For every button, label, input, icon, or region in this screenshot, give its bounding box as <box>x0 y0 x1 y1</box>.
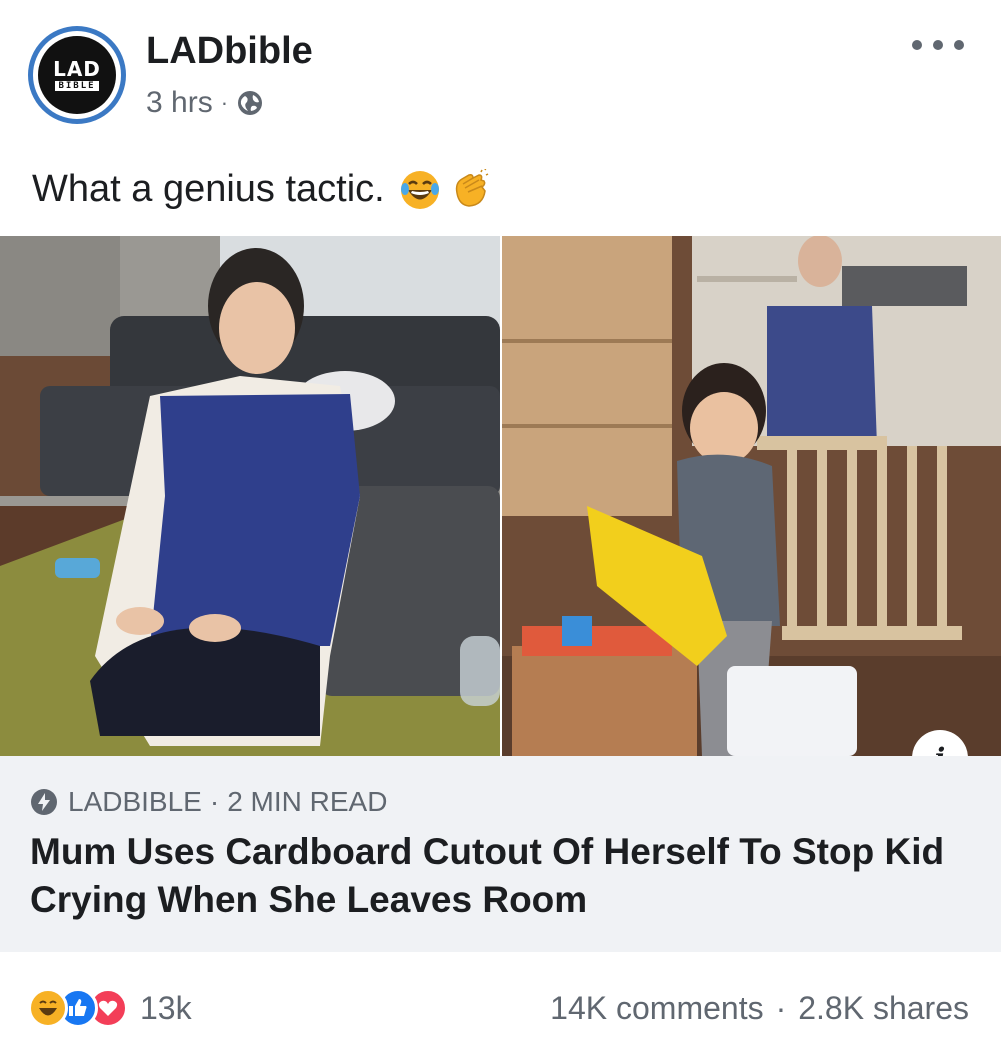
shares-count-link[interactable]: 2.8K shares <box>798 990 969 1027</box>
laughing-crying-emoji <box>400 170 439 209</box>
info-icon: i <box>935 742 946 757</box>
link-source: LADBIBLE · 2 MIN READ <box>30 786 387 818</box>
photo-left-illustration <box>0 236 500 756</box>
post-photo[interactable]: i <box>0 236 1001 756</box>
post-meta: 3 hrs · <box>146 86 264 120</box>
more-dot <box>954 40 964 50</box>
more-dot <box>933 40 943 50</box>
more-options-button[interactable] <box>912 30 964 60</box>
more-dot <box>912 40 922 50</box>
read-time: 2 MIN READ <box>227 786 388 817</box>
photo-child-playing <box>502 236 1001 756</box>
logo-text-top: LAD <box>53 57 101 81</box>
haha-icon <box>28 988 68 1028</box>
reaction-count: 13k <box>140 989 192 1026</box>
photo-right-illustration <box>502 236 1001 756</box>
bolt-icon <box>31 789 57 815</box>
page-name-link[interactable]: LADbible <box>146 30 313 73</box>
clapping-hands-emoji <box>455 168 489 207</box>
engagement-stats: 14K comments · 2.8K shares <box>550 990 969 1027</box>
ladbible-logo: LAD BIBLE <box>38 36 116 114</box>
post-caption: What a genius tactic. <box>32 168 491 211</box>
page-avatar[interactable]: LAD BIBLE <box>28 26 126 124</box>
post-footer: 13k 14K comments · 2.8K shares <box>0 952 1001 1057</box>
comments-count-link[interactable]: 14K comments <box>550 990 763 1027</box>
reaction-summary[interactable]: 13k <box>28 988 192 1028</box>
link-headline[interactable]: Mum Uses Cardboard Cutout Of Herself To … <box>30 828 970 924</box>
meta-separator: · <box>220 90 229 115</box>
logo-text-bottom: BIBLE <box>55 81 99 91</box>
post-header: LAD BIBLE LADbible 3 hrs · <box>0 0 1001 150</box>
link-preview[interactable]: LADBIBLE · 2 MIN READ Mum Uses Cardboard… <box>0 756 1001 952</box>
source-name: LADBIBLE <box>68 786 202 817</box>
source-separator: · <box>209 786 220 817</box>
globe-icon[interactable] <box>236 89 264 117</box>
post-timestamp[interactable]: 3 hrs <box>146 86 213 120</box>
photo-cardboard-cutout <box>0 236 500 756</box>
caption-text: What a genius tactic. <box>32 168 385 210</box>
engagement-separator: · <box>775 990 787 1026</box>
